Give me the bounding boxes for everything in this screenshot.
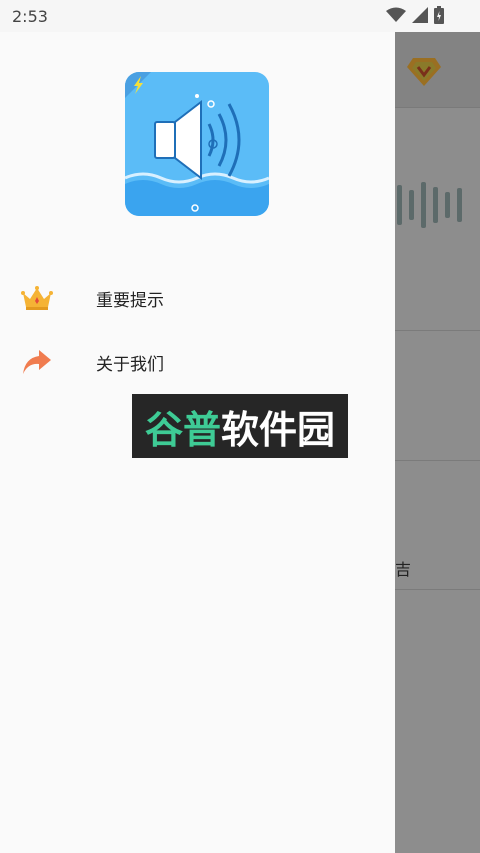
status-bar: 2:53 — [0, 0, 480, 32]
background-divider — [395, 330, 480, 331]
crown-icon — [20, 281, 54, 315]
watermark-text-green: 谷普 — [144, 407, 221, 452]
background-waveform — [397, 182, 462, 228]
menu-item-important-notice[interactable]: 重要提示 — [0, 270, 395, 326]
wifi-icon — [386, 7, 406, 22]
share-arrow-icon — [20, 345, 54, 379]
watermark-logo: 谷普 软件园 — [132, 394, 348, 458]
status-time: 2:53 — [12, 6, 48, 26]
background-divider — [395, 460, 480, 461]
speaker-volume-icon — [125, 72, 269, 216]
watermark-text-white: 软件园 — [221, 407, 336, 452]
status-icons — [386, 6, 444, 24]
menu-item-label: 重要提示 — [96, 290, 164, 311]
background-header — [395, 32, 480, 108]
vip-diamond-icon — [407, 58, 441, 86]
menu-item-about-us[interactable]: 关于我们 — [0, 334, 395, 390]
signal-icon — [412, 7, 428, 23]
background-partial-text: 吉 — [395, 560, 412, 579]
menu-item-label: 关于我们 — [96, 354, 164, 375]
battery-icon — [434, 6, 444, 24]
background-divider — [395, 589, 480, 590]
